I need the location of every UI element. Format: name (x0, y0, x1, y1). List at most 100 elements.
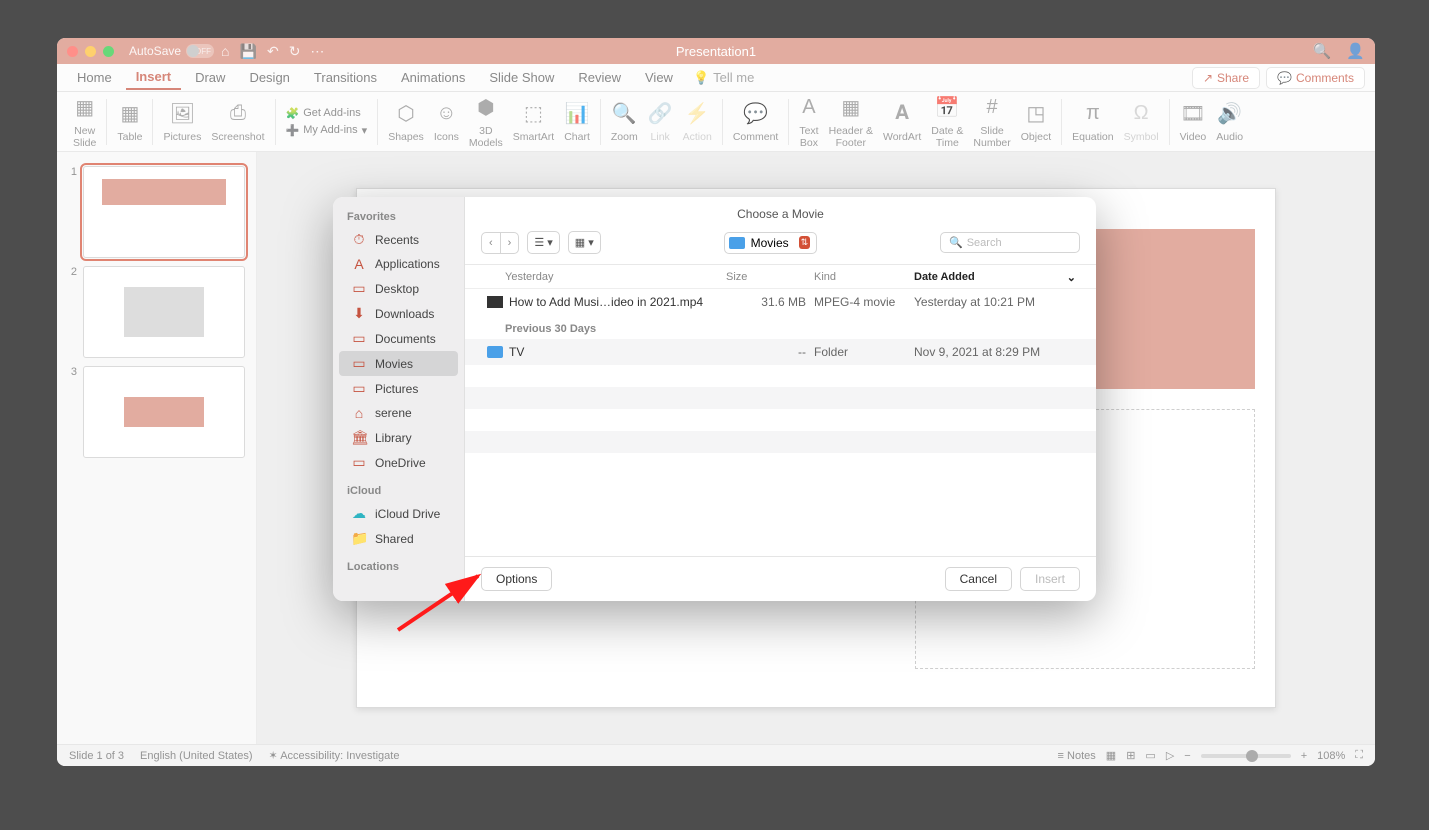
view-slideshow-icon[interactable]: ▷ (1166, 749, 1174, 762)
audio-button[interactable]: 🔊Audio (1216, 100, 1243, 144)
textbox-button[interactable]: AText Box (799, 94, 818, 149)
dialog-toolbar: ‹› ☰ ▾ ▦ ▾ Movies ⇅ 🔍 Search (465, 227, 1096, 265)
zoom-in-icon[interactable]: + (1301, 750, 1307, 762)
sidebar-item-label: OneDrive (375, 456, 426, 470)
sidebar-item-icon: ▭ (351, 380, 367, 397)
tab-transitions[interactable]: Transitions (304, 66, 387, 89)
tab-draw[interactable]: Draw (185, 66, 235, 89)
zoom-level[interactable]: 108% (1317, 750, 1345, 762)
tab-insert[interactable]: Insert (126, 65, 181, 90)
screenshot-button[interactable]: ⎙Screenshot (211, 100, 264, 144)
sidebar-item-documents[interactable]: ▭Documents (339, 326, 458, 351)
column-headers[interactable]: Yesterday Size Kind Date Added⌄ (465, 265, 1096, 289)
video-button[interactable]: 🎞Video (1180, 100, 1207, 144)
cancel-button[interactable]: Cancel (945, 567, 1012, 591)
tab-home[interactable]: Home (67, 66, 122, 89)
sidebar-item-movies[interactable]: ▭Movies (339, 351, 458, 376)
header-footer-button[interactable]: ▦Header & Footer (829, 94, 873, 149)
location-dropdown[interactable]: Movies ⇅ (724, 232, 818, 254)
ribbon-tabs: Home Insert Draw Design Transitions Anim… (57, 64, 1375, 92)
table-button[interactable]: ▦Table (117, 100, 142, 144)
get-addins-button[interactable]: 🧩Get Add-ins (286, 107, 361, 120)
share-icon[interactable]: 👤 (1346, 42, 1365, 60)
options-button[interactable]: Options (481, 567, 552, 591)
datetime-button[interactable]: 📅Date & Time (931, 94, 963, 149)
tab-design[interactable]: Design (239, 66, 299, 89)
slide-thumb-3[interactable] (83, 366, 245, 458)
insert-button[interactable]: Insert (1020, 567, 1080, 591)
autosave-toggle[interactable]: AutoSave OFF (129, 44, 211, 58)
sidebar-item-shared[interactable]: 📁Shared (339, 526, 458, 551)
tab-slideshow[interactable]: Slide Show (479, 66, 564, 89)
sidebar-item-desktop[interactable]: ▭Desktop (339, 276, 458, 301)
slidenumber-button[interactable]: #Slide Number (973, 94, 1010, 149)
status-language[interactable]: English (United States) (140, 750, 253, 762)
sidebar-item-library[interactable]: 🏛Library (339, 425, 458, 450)
col-kind[interactable]: Kind (814, 271, 914, 284)
sidebar-item-applications[interactable]: AApplications (339, 252, 458, 276)
comment-button[interactable]: 💬Comment (733, 100, 779, 144)
sidebar-item-downloads[interactable]: ⬇Downloads (339, 301, 458, 326)
file-list[interactable]: How to Add Musi…ideo in 2021.mp431.6 MBM… (465, 289, 1096, 556)
equation-button[interactable]: πEquation (1072, 100, 1113, 144)
file-row[interactable]: TV--FolderNov 9, 2021 at 8:29 PM (465, 339, 1096, 365)
status-accessibility[interactable]: ✶ Accessibility: Investigate (269, 749, 400, 762)
redo-icon[interactable]: ↻ (289, 43, 301, 60)
action-button[interactable]: ⚡Action (683, 100, 712, 144)
zoom-out-icon[interactable]: − (1184, 750, 1190, 762)
slide-thumbnails-panel: 1 2 3 (57, 152, 257, 744)
sidebar-item-icon: 📁 (351, 530, 367, 547)
search-icon[interactable]: 🔍 (1313, 42, 1332, 60)
tab-animations[interactable]: Animations (391, 66, 475, 89)
window-controls[interactable] (67, 46, 114, 57)
save-icon[interactable]: 💾 (240, 43, 257, 60)
object-button[interactable]: ◳Object (1021, 100, 1051, 144)
pictures-button[interactable]: 🖼Pictures (163, 100, 201, 144)
icons-button[interactable]: ☺Icons (434, 100, 459, 144)
file-icon (487, 294, 503, 310)
tab-review[interactable]: Review (568, 66, 631, 89)
tab-view[interactable]: View (635, 66, 683, 89)
sidebar-item-pictures[interactable]: ▭Pictures (339, 376, 458, 401)
tell-me[interactable]: 💡 Tell me (693, 70, 754, 86)
more-icon[interactable]: ⋯ (310, 43, 324, 60)
sidebar-head-locations: Locations (333, 557, 464, 577)
col-date-added[interactable]: Date Added⌄ (914, 271, 1080, 284)
slide-thumb-1[interactable] (83, 166, 245, 258)
view-sorter-icon[interactable]: ⊞ (1126, 749, 1135, 762)
fit-icon[interactable]: ⛶ (1355, 749, 1363, 762)
comments-button[interactable]: 💬 Comments (1266, 67, 1365, 89)
link-button[interactable]: 🔗Link (648, 100, 673, 144)
nav-back-forward[interactable]: ‹› (481, 232, 519, 254)
view-list-button[interactable]: ☰ ▾ (527, 231, 559, 254)
view-group-button[interactable]: ▦ ▾ (568, 231, 601, 254)
3d-models-button[interactable]: ⬢3D Models (469, 94, 503, 149)
sidebar-item-icloud-drive[interactable]: ☁iCloud Drive (339, 501, 458, 526)
sidebar-item-icon: ⏱ (351, 231, 367, 248)
home-icon[interactable]: ⌂ (221, 43, 229, 59)
undo-icon[interactable]: ↶ (267, 43, 279, 60)
symbol-button[interactable]: ΩSymbol (1124, 100, 1159, 144)
search-input[interactable]: 🔍 Search (940, 232, 1080, 253)
file-row[interactable]: How to Add Musi…ideo in 2021.mp431.6 MBM… (465, 289, 1096, 315)
sidebar-item-recents[interactable]: ⏱ Recents (339, 227, 458, 252)
chart-button[interactable]: 📊Chart (564, 100, 590, 144)
wordart-button[interactable]: 𝐀WordArt (883, 100, 921, 144)
sidebar-item-serene[interactable]: ⌂serene (339, 401, 458, 425)
my-addins-button[interactable]: ➕My Add-ins ▾ (286, 124, 368, 137)
sidebar-item-onedrive[interactable]: ▭OneDrive (339, 450, 458, 475)
titlebar: AutoSave OFF ⌂ 💾 ↶ ↻ ⋯ Presentation1 🔍 👤 (57, 38, 1375, 64)
col-name[interactable]: Yesterday (505, 271, 726, 284)
shapes-button[interactable]: ⬡Shapes (388, 100, 424, 144)
smartart-button[interactable]: ⬚SmartArt (513, 100, 554, 144)
new-slide-button[interactable]: ▦New Slide (73, 94, 96, 149)
view-reading-icon[interactable]: ▭ (1145, 749, 1155, 762)
share-button[interactable]: ↗ Share (1192, 67, 1260, 89)
view-normal-icon[interactable]: ▦ (1106, 749, 1116, 762)
sidebar-item-label: Recents (375, 233, 419, 247)
ribbon-insert: ▦New Slide ▦Table 🖼Pictures ⎙Screenshot … (57, 92, 1375, 152)
col-size[interactable]: Size (726, 271, 814, 284)
slide-thumb-2[interactable] (83, 266, 245, 358)
notes-button[interactable]: ≡ Notes (1058, 750, 1096, 762)
zoom-button[interactable]: 🔍Zoom (611, 100, 638, 144)
